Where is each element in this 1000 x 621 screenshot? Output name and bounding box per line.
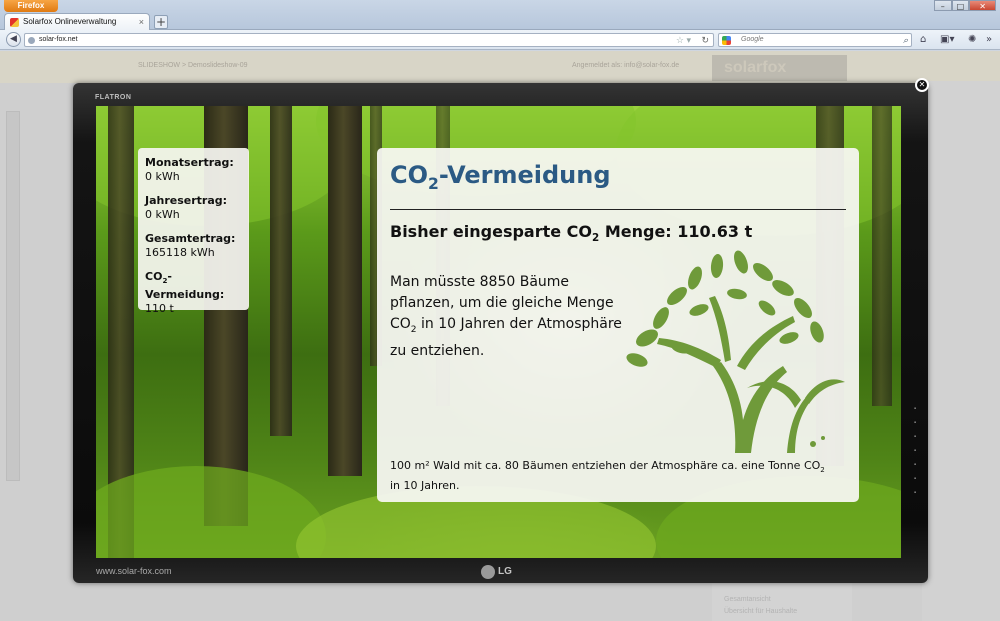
stat-value: 0 kWh	[145, 208, 180, 221]
firefox-menu-button[interactable]: Firefox	[4, 0, 58, 12]
minimize-button[interactable]: –	[934, 0, 952, 11]
stat-value: 165118 kWh	[145, 246, 215, 259]
new-tab-button[interactable]: +	[154, 15, 168, 29]
stat-label: Jahresertrag:	[145, 194, 228, 207]
browser-tabbar: Firefox Solarfox Onlineverwaltung × + – …	[0, 0, 1000, 30]
maximize-button[interactable]: □	[951, 0, 970, 11]
page-title: CO2-Vermeidung	[390, 160, 846, 199]
browser-navbar: ◀ solar-fox.net ☆ ▾ ↻ Google ⌕ ⌂ ▣▾ ✺ »	[0, 30, 1000, 50]
stat-value: 0 kWh	[145, 170, 180, 183]
divider	[390, 209, 846, 210]
monitor-button-icon: ▪	[913, 448, 917, 452]
subtitle-prefix: Bisher eingesparte CO	[390, 222, 593, 241]
saved-co2-heading: Bisher eingesparte CO2 Menge: 110.63 t	[390, 222, 752, 244]
window-controls: – □ ✕	[934, 0, 997, 11]
back-button[interactable]: ◀	[6, 32, 21, 47]
search-placeholder: Google	[741, 36, 764, 43]
monitor-button-icon: ▪	[913, 420, 917, 424]
stat-yearly: Jahresertrag: 0 kWh	[145, 194, 242, 222]
stat-value: 110 t	[145, 302, 174, 316]
undergrowth	[96, 466, 326, 558]
menu-chevron-icon[interactable]: »	[986, 33, 992, 47]
monitor-button-icon: ▪	[913, 406, 917, 410]
monitor-button-icon: ▪	[913, 462, 917, 466]
site-right-column	[922, 81, 1000, 621]
favicon-icon	[10, 18, 19, 27]
stats-panel: Monatsertrag: 0 kWh Jahresertrag: 0 kWh …	[138, 148, 249, 315]
site-identity-icon[interactable]	[28, 37, 35, 44]
title-suffix: -Vermeidung	[438, 161, 611, 189]
tree-icon	[626, 250, 845, 453]
subtitle-suffix: Menge: 110.63 t	[599, 222, 753, 241]
monitor-url: www.solar-fox.com	[96, 566, 172, 576]
tab-close-icon[interactable]: ×	[139, 14, 144, 30]
monitor-brand: FLATRON	[95, 94, 132, 101]
stat-co2: CO2-Vermeidung: 110 t	[145, 270, 242, 316]
breadcrumb[interactable]: SLIDESHOW > Demoslideshow-09	[138, 62, 248, 69]
tree-trunk	[270, 106, 292, 436]
reload-icon[interactable]: ↻	[701, 34, 709, 46]
search-input[interactable]: Google ⌕	[718, 33, 912, 47]
foot-subscript: 2	[820, 465, 825, 475]
title-subscript: 2	[428, 174, 439, 193]
monitor-button-icon: ▪	[913, 490, 917, 494]
site-link-households[interactable]: Übersicht für Haushalte	[724, 608, 797, 615]
tree-trunk	[872, 106, 892, 406]
stat-monthly: Monatsertrag: 0 kWh	[145, 156, 242, 184]
stat-label: CO2-Vermeidung:	[145, 270, 242, 302]
monitor-maker: LG	[498, 566, 512, 577]
monitor-button-icon: ▪	[913, 434, 917, 438]
bookmarks-menu-icon[interactable]: ▣▾	[940, 33, 954, 47]
window-close-button[interactable]: ✕	[969, 0, 997, 11]
addon-icon[interactable]: ✺	[968, 33, 976, 47]
stat-total: Gesamtertrag: 165118 kWh	[145, 232, 242, 260]
search-icon[interactable]: ⌕	[903, 34, 908, 46]
google-icon[interactable]	[722, 36, 731, 45]
co2-prefix: CO	[145, 270, 163, 283]
url-text: solar-fox.net	[39, 36, 78, 43]
site-header: SLIDESHOW > Demoslideshow-09 Angemeldet …	[0, 51, 1000, 83]
stat-label: Monatsertrag:	[145, 156, 234, 169]
stat-label: Gesamtertrag:	[145, 232, 236, 245]
trees-explanation: Man müsste 8850 Bäume pflanzen, um die g…	[390, 272, 625, 362]
monitor-side-buttons: ▪ ▪ ▪ ▪ ▪ ▪ ▪	[910, 406, 920, 516]
tree-trunk	[328, 106, 362, 476]
foot-part: 100 m² Wald mit ca. 80 Bäumen entziehen …	[390, 459, 821, 472]
foot-part: in 10 Jahren.	[390, 479, 460, 493]
url-input[interactable]: solar-fox.net ☆ ▾ ↻	[24, 33, 714, 47]
monitor-button-icon: ▪	[913, 476, 917, 480]
site-link-overview[interactable]: Gesamtansicht	[724, 596, 771, 603]
login-status: Angemeldet als: info@solar-fox.de	[572, 62, 680, 69]
co2-panel: CO2-Vermeidung Bisher eingesparte CO2 Me…	[377, 148, 859, 502]
lg-logo-icon	[481, 565, 495, 579]
solarfox-logo: solarfox	[712, 55, 847, 81]
forest-fact: 100 m² Wald mit ca. 80 Bäumen entziehen …	[390, 458, 830, 494]
close-overlay-button[interactable]: ✕	[915, 78, 929, 92]
tab-title: Solarfox Onlineverwaltung	[23, 17, 117, 26]
body-part: in 10 Jahren der Atmosphäre zu entziehen…	[390, 316, 622, 359]
bookmark-star-icon[interactable]: ☆ ▾	[676, 34, 691, 46]
home-icon[interactable]: ⌂	[920, 33, 926, 47]
sidebar-toggle[interactable]	[6, 111, 20, 481]
tab-solarfox[interactable]: Solarfox Onlineverwaltung ×	[4, 13, 150, 30]
title-prefix: CO	[390, 161, 429, 189]
